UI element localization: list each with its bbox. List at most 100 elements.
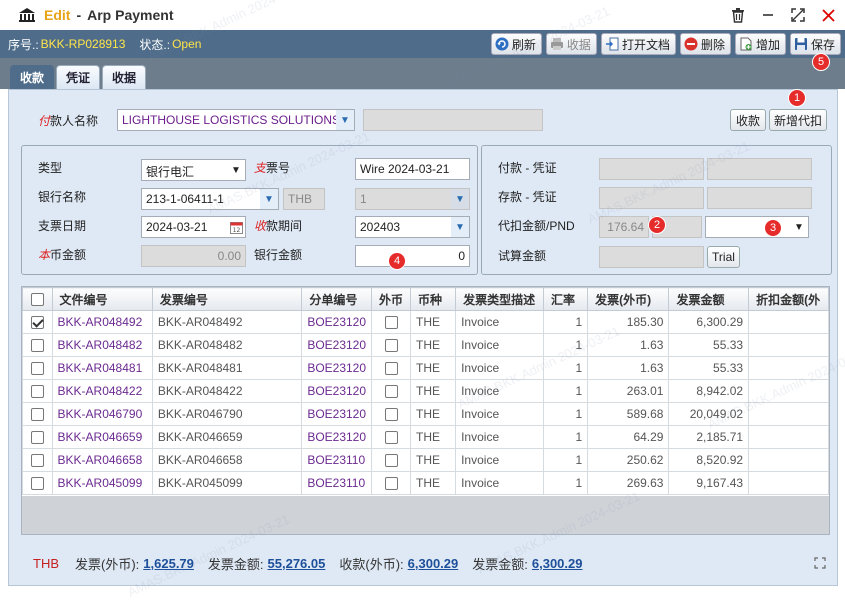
foreign-checkbox[interactable] <box>384 477 398 491</box>
new-withholding-button[interactable]: 新增代扣 <box>769 109 827 131</box>
cell-foreign[interactable] <box>371 471 412 495</box>
cell-sub-no[interactable]: BOE23110 <box>301 448 373 472</box>
foreign-checkbox[interactable] <box>384 339 398 353</box>
cell-foreign[interactable] <box>371 425 412 449</box>
table-row[interactable]: BKK-AR045099 BKK-AR045099 BOE23110 THE Invoi… <box>22 471 829 495</box>
cell-doc-no[interactable]: BKK-AR048422 <box>51 379 153 403</box>
chevron-down-icon[interactable]: ▼ <box>336 110 354 130</box>
cell-sub-no[interactable]: BOE23120 <box>301 356 373 380</box>
row-select-cell[interactable] <box>22 333 53 357</box>
col-rate[interactable]: 汇率 <box>542 287 589 311</box>
expand-icon[interactable] <box>814 557 826 569</box>
checkbox[interactable] <box>30 293 44 307</box>
chevron-down-icon[interactable]: ▼ <box>451 217 469 237</box>
col-currency[interactable]: 币种 <box>410 287 457 311</box>
cell-doc-no[interactable]: BKK-AR048492 <box>51 310 153 334</box>
cell-foreign[interactable] <box>371 402 412 426</box>
tab-receipt[interactable]: 收款 <box>10 65 54 89</box>
cheque-number-input[interactable]: Wire 2024-03-21 <box>355 158 470 180</box>
row-select-cell[interactable] <box>22 425 53 449</box>
invoice-amount-total[interactable]: 55,276.05 <box>268 556 326 571</box>
row-checkbox[interactable] <box>30 431 44 445</box>
refresh-button[interactable]: 刷新 <box>490 33 542 55</box>
cheque-date-input[interactable]: 2024-03-21 12 <box>141 216 246 238</box>
foreign-checkbox[interactable] <box>384 431 398 445</box>
chevron-down-icon[interactable]: ▼ <box>227 160 245 180</box>
cell-sub-no[interactable]: BOE23120 <box>301 310 373 334</box>
collect-button[interactable]: 收据 <box>545 33 597 55</box>
foreign-checkbox[interactable] <box>384 408 398 422</box>
horizontal-scrollbar[interactable]: ◀ ▶ <box>22 534 830 535</box>
tab-receipt-doc[interactable]: 收据 <box>102 65 146 89</box>
table-row[interactable]: BKK-AR048492 BKK-AR048492 BOE23120 THE Invoi… <box>22 310 829 334</box>
pnd-select[interactable]: ▼ <box>705 216 809 238</box>
row-checkbox[interactable] <box>30 362 44 376</box>
received-fx-total[interactable]: 6,300.29 <box>408 556 459 571</box>
select-all-checkbox[interactable] <box>22 287 53 311</box>
table-row[interactable]: BKK-AR048482 BKK-AR048482 BOE23120 THE Invoi… <box>22 333 829 357</box>
collect-action-button[interactable]: 收款 <box>730 109 766 131</box>
row-checkbox[interactable] <box>30 454 44 468</box>
foreign-checkbox[interactable] <box>384 385 398 399</box>
cell-sub-no[interactable]: BOE23120 <box>301 402 373 426</box>
chevron-down-icon[interactable]: ▼ <box>260 189 278 209</box>
period-select[interactable]: 202403 ▼ <box>355 216 470 238</box>
maximize-icon[interactable] <box>789 6 807 24</box>
chevron-down-icon[interactable]: ▼ <box>790 217 808 237</box>
col-discount[interactable]: 折扣金额(外 <box>748 287 829 311</box>
cell-foreign[interactable] <box>371 356 412 380</box>
open-document-button[interactable]: 打开文档 <box>600 33 676 55</box>
cell-foreign[interactable] <box>371 310 412 334</box>
trial-button[interactable]: Trial <box>707 246 740 268</box>
cell-doc-no[interactable]: BKK-AR046658 <box>51 448 153 472</box>
row-select-cell[interactable] <box>22 448 53 472</box>
col-foreign[interactable]: 外币 <box>371 287 412 311</box>
col-type-desc[interactable]: 发票类型描述 <box>455 287 544 311</box>
cell-sub-no[interactable]: BOE23120 <box>301 379 373 403</box>
table-row[interactable]: BKK-AR046658 BKK-AR046658 BOE23110 THE Invoi… <box>22 448 829 472</box>
table-row[interactable]: BKK-AR046659 BKK-AR046659 BOE23120 THE Invoi… <box>22 425 829 449</box>
col-doc-no[interactable]: 文件编号 <box>51 287 153 311</box>
cell-sub-no[interactable]: BOE23120 <box>301 425 373 449</box>
col-invoice-amount[interactable]: 发票金额 <box>668 287 750 311</box>
invoice-fx-total[interactable]: 1,625.79 <box>143 556 194 571</box>
cell-doc-no[interactable]: BKK-AR046790 <box>51 402 153 426</box>
type-select[interactable]: 银行电汇 ▼ <box>141 159 246 181</box>
payer-select[interactable]: LIGHTHOUSE LOGISTICS SOLUTIONS ▼ <box>117 109 355 131</box>
delete-button[interactable]: 删除 <box>679 33 731 55</box>
cell-sub-no[interactable]: BOE23120 <box>301 333 373 357</box>
received-amount-total[interactable]: 6,300.29 <box>532 556 583 571</box>
bank-amount-input[interactable]: 0 <box>355 245 470 267</box>
tab-voucher[interactable]: 凭证 <box>56 65 100 89</box>
cell-sub-no[interactable]: BOE23110 <box>301 471 373 495</box>
cell-foreign[interactable] <box>371 379 412 403</box>
cell-doc-no[interactable]: BKK-AR045099 <box>51 471 153 495</box>
foreign-checkbox[interactable] <box>384 362 398 376</box>
row-select-cell[interactable] <box>22 471 53 495</box>
bank-select[interactable]: 213-1-06411-1 ▼ <box>141 188 279 210</box>
calendar-icon[interactable]: 12 <box>227 217 245 237</box>
cell-foreign[interactable] <box>371 333 412 357</box>
table-row[interactable]: BKK-AR046790 BKK-AR046790 BOE23120 THE Invoi… <box>22 402 829 426</box>
cell-doc-no[interactable]: BKK-AR046659 <box>51 425 153 449</box>
minimize-icon[interactable] <box>759 6 777 24</box>
row-select-cell[interactable] <box>22 379 53 403</box>
row-select-cell[interactable] <box>22 402 53 426</box>
row-checkbox[interactable] <box>30 316 44 330</box>
foreign-checkbox[interactable] <box>384 316 398 330</box>
cell-doc-no[interactable]: BKK-AR048482 <box>51 333 153 357</box>
trash-icon[interactable] <box>729 6 747 24</box>
col-sub-no[interactable]: 分单编号 <box>301 287 373 311</box>
row-select-cell[interactable] <box>22 356 53 380</box>
col-invoice-no[interactable]: 发票编号 <box>151 287 303 311</box>
col-invoice-fx[interactable]: 发票(外币) <box>587 287 670 311</box>
add-button[interactable]: 增加 <box>734 33 786 55</box>
close-icon[interactable] <box>819 6 837 24</box>
cell-doc-no[interactable]: BKK-AR048481 <box>51 356 153 380</box>
row-checkbox[interactable] <box>30 339 44 353</box>
row-checkbox[interactable] <box>30 408 44 422</box>
table-row[interactable]: BKK-AR048422 BKK-AR048422 BOE23120 THE Invoi… <box>22 379 829 403</box>
row-checkbox[interactable] <box>30 477 44 491</box>
table-row[interactable]: BKK-AR048481 BKK-AR048481 BOE23120 THE Invoi… <box>22 356 829 380</box>
cell-foreign[interactable] <box>371 448 412 472</box>
